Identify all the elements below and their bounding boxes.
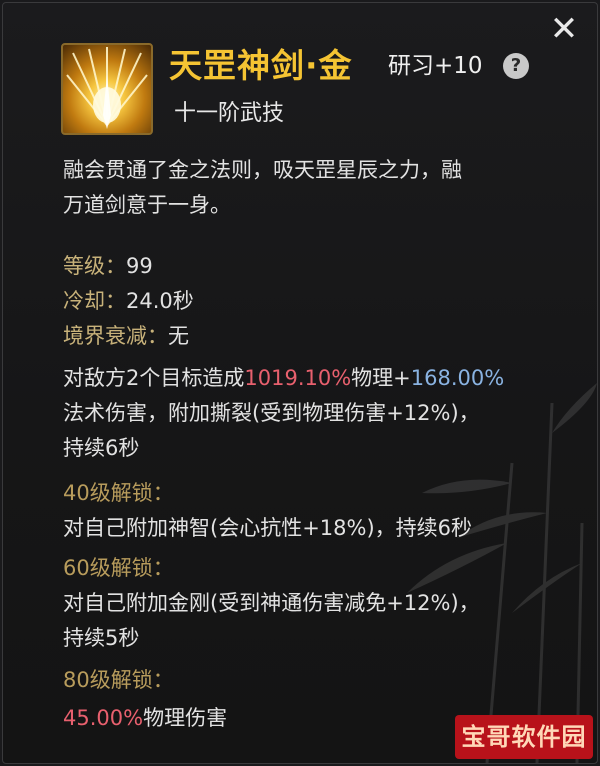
skill-name: 天罡神剑·金 <box>169 46 353 85</box>
effect-line-2: 法术伤害，附加撕裂(受到物理伤害+12%)， <box>63 401 480 425</box>
research-level: 研习+10 <box>388 53 483 79</box>
level-label: 等级： <box>63 254 126 278</box>
skill-tooltip-panel: ✕ 天罡神剑·金 研习+10 ? 十一阶武技 融会贯通了金之法则，吸天罡星辰之力… <box>2 2 598 764</box>
effect-line-3: 持续6秒 <box>63 436 140 460</box>
unlock-40-text: 对自己附加神智(会心抗性+18%)，持续6秒 <box>63 516 473 540</box>
unlock-60-text-2: 持续5秒 <box>63 626 140 650</box>
level-row: 等级：99 <box>63 249 563 284</box>
description-line-2: 万道剑意于一身。 <box>63 193 231 217</box>
watermark-logo: 宝哥软件园 <box>455 715 593 759</box>
help-icon[interactable]: ? <box>503 53 529 79</box>
realm-decay-label: 境界衰减： <box>63 324 168 348</box>
magic-damage-pct: 168.00% <box>410 366 505 390</box>
cooldown-row: 冷却：24.0秒 <box>63 284 563 319</box>
level-value: 99 <box>126 254 153 278</box>
description-line-1: 融会贯通了金之法则，吸天罡星辰之力，融 <box>63 158 462 182</box>
unlock-60-text: 对自己附加金刚(受到神通伤害减免+12%)， <box>63 591 480 615</box>
cooldown-value: 24.0秒 <box>126 289 194 313</box>
effect-mid: 物理+ <box>351 366 411 390</box>
golden-sword-burst-icon <box>61 43 153 135</box>
realm-decay-value: 无 <box>168 324 189 348</box>
watermark-text: 宝哥软件园 <box>461 723 587 751</box>
effect-line-1: 对敌方2个目标造成1019.10%物理+168.00% <box>63 361 563 396</box>
unlock-80-suffix: 物理伤害 <box>143 706 228 730</box>
realm-decay-row: 境界衰减：无 <box>63 319 563 354</box>
cooldown-label: 冷却： <box>63 289 126 313</box>
unlock-80-label: 80级解锁： <box>63 668 174 692</box>
close-icon[interactable]: ✕ <box>549 12 579 46</box>
unlock-80-pct: 45.00% <box>63 706 144 730</box>
skill-tier: 十一阶武技 <box>174 101 285 126</box>
unlock-40-label: 40级解锁： <box>63 481 174 505</box>
physical-damage-pct: 1019.10% <box>244 366 352 390</box>
effect-prefix: 对敌方2个目标造成 <box>63 366 245 390</box>
unlock-60-label: 60级解锁： <box>63 556 174 580</box>
